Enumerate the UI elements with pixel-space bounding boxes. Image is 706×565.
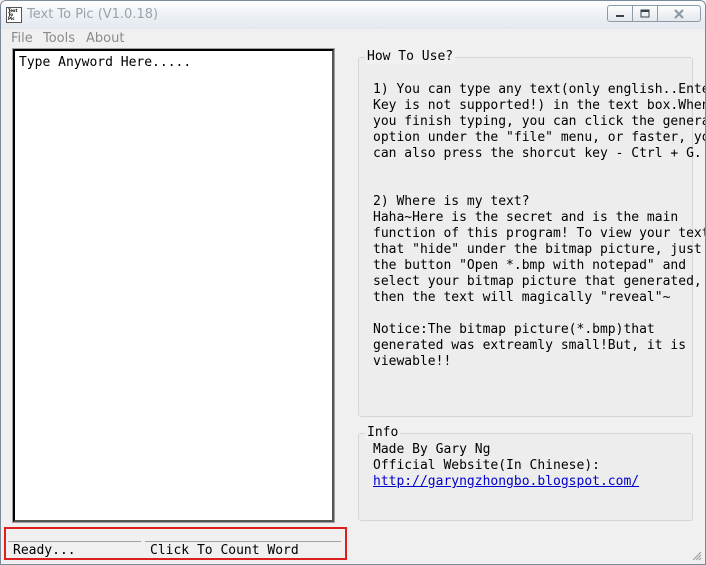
info-group: Info Made By Gary Ng Official Website(In… (358, 425, 693, 521)
close-button[interactable] (657, 5, 701, 22)
status-ready: Ready... (8, 541, 141, 559)
how-to-paragraph-1: 1) You can type any text(only english..E… (373, 82, 706, 161)
maximize-button[interactable] (632, 5, 658, 22)
info-title: Info (365, 425, 401, 440)
menu-bar: File Tools About (1, 29, 705, 49)
how-to-use-group: How To Use? 1) You can type any text(onl… (358, 49, 705, 417)
info-author: Made By Gary Ng (373, 442, 491, 457)
status-bar: Ready... Click To Count Word (4, 527, 347, 560)
menu-tools[interactable]: Tools (43, 31, 75, 46)
text-input-area[interactable]: Type Anyword Here..... (12, 48, 335, 523)
minimize-button[interactable] (607, 5, 633, 22)
app-icon: Text To Pic (6, 7, 22, 23)
text-input-content: Type Anyword Here..... (19, 55, 192, 70)
title-bar[interactable]: Text To Pic Text To Pic (V1.0.18) (1, 1, 705, 29)
resize-grip-icon[interactable] (690, 549, 702, 561)
minimize-icon (616, 14, 624, 17)
how-to-paragraph-2: 2) Where is my text? Haha~Here is the se… (373, 194, 705, 305)
how-to-paragraph-3: Notice:The bitmap picture(*.bmp)that gen… (373, 322, 687, 369)
info-website-label: Official Website(In Chinese): (373, 458, 600, 473)
close-icon (674, 8, 684, 19)
menu-about[interactable]: About (86, 31, 124, 46)
maximize-icon (640, 9, 650, 18)
how-to-use-title: How To Use? (365, 49, 456, 64)
menu-file[interactable]: File (11, 31, 33, 46)
count-word-button[interactable]: Click To Count Word (145, 541, 341, 559)
info-website-link[interactable]: http://garyngzhongbo.blogspot.com/ (373, 474, 639, 490)
app-window: Text To Pic Text To Pic (V1.0.18) File T… (0, 0, 706, 565)
window-title: Text To Pic (V1.0.18) (27, 7, 159, 22)
